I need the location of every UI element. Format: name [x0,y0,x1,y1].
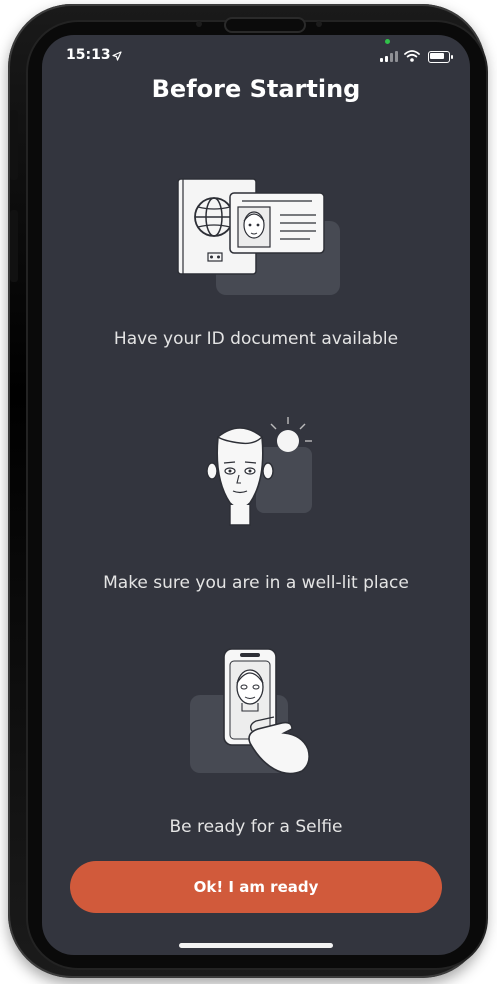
volume-down-button [10,210,18,282]
battery-tip [451,55,453,59]
status-time: 15:13 [66,47,111,63]
location-arrow-icon [112,51,122,61]
home-indicator[interactable] [179,943,333,948]
status-bar: 15:13 [42,39,470,69]
step-caption-selfie: Be ready for a Selfie [169,817,343,837]
app-screen: 15:13 Before Starting Have your ID docum… [42,35,470,955]
step-caption-light: Make sure you are in a well-lit place [103,573,409,593]
wifi-icon [404,50,420,62]
selfie-phone-icon [190,648,310,775]
face-light-icon [206,417,312,526]
ready-button[interactable]: Ok! I am ready [70,861,442,913]
cellular-signal-icon [380,51,398,62]
id-document-icon [177,178,340,295]
volume-up-button [10,110,18,180]
step-caption-id: Have your ID document available [113,329,399,349]
camera-dot [196,21,202,27]
speaker-notch [226,19,304,31]
page-title: Before Starting [151,75,361,103]
privacy-indicator [385,39,390,44]
sensor-dot [316,21,322,27]
battery-icon [428,51,450,63]
